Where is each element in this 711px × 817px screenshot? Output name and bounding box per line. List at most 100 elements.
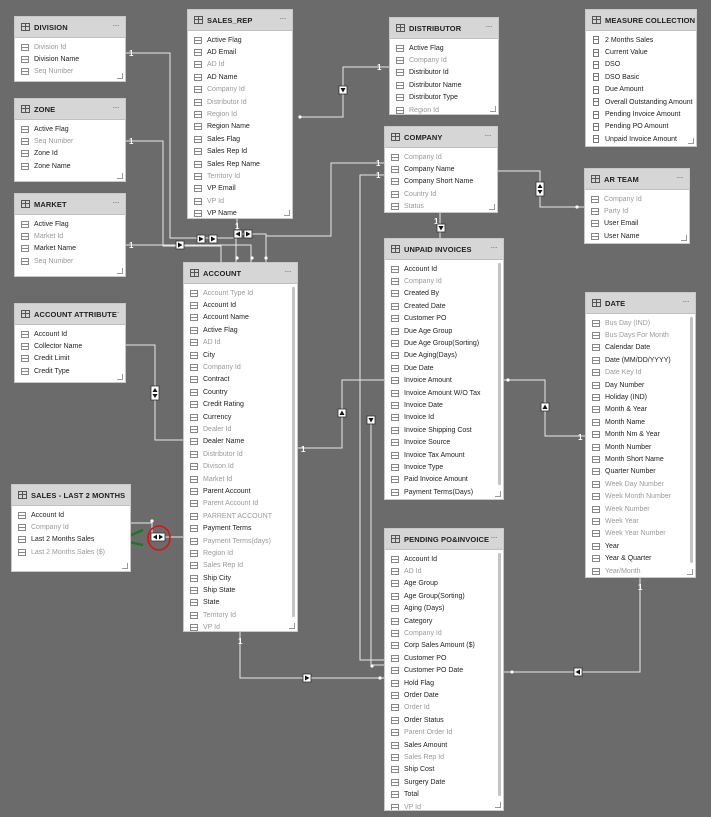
more-options-icon[interactable]: ···	[113, 308, 120, 317]
field-row[interactable]: Ship City	[184, 572, 297, 584]
filter-direction-icon[interactable]	[196, 234, 206, 244]
relationship-line[interactable]	[298, 379, 384, 449]
resize-handle[interactable]	[117, 173, 123, 179]
field-row[interactable]: Seq Number	[15, 135, 125, 147]
field-row[interactable]: Company Id	[390, 54, 498, 66]
field-row[interactable]: Unpaid Invoice Amount	[586, 133, 696, 145]
field-row[interactable]: Division Name	[15, 53, 125, 65]
field-row[interactable]: Order Status	[385, 714, 503, 726]
field-row[interactable]: Market Name	[15, 243, 125, 255]
field-row[interactable]: Invoice Amount W/O Tax	[385, 387, 503, 399]
more-options-icon[interactable]: ···	[677, 173, 684, 182]
filter-direction-icon[interactable]	[540, 402, 550, 412]
field-row[interactable]: Credit Type	[15, 365, 125, 377]
filter-direction-icon[interactable]	[338, 85, 348, 95]
field-row[interactable]: User Email	[585, 218, 689, 230]
field-row[interactable]: Distributor Type	[390, 92, 498, 104]
field-row[interactable]: Divison Id	[184, 460, 297, 472]
field-row[interactable]: Seq Number	[15, 255, 125, 267]
table-unpaid[interactable]: UNPAID INVOICES ··· Account Id Company Id Cr…	[384, 238, 504, 500]
field-row[interactable]: Age Group	[385, 578, 503, 590]
field-row[interactable]: Invoice Type	[385, 461, 503, 473]
field-row[interactable]: Company Id	[184, 361, 297, 373]
field-row[interactable]: Customer PO Date	[385, 665, 503, 677]
field-row[interactable]: Last 2 Months Sales	[12, 534, 130, 546]
field-row[interactable]: Invoice Id	[385, 412, 503, 424]
field-row[interactable]: Territory Id	[188, 170, 292, 182]
table-sales-rep[interactable]: SALES_REP ··· Active Flag AD Email AD Id AD N…	[187, 9, 293, 219]
field-row[interactable]: Company Name	[385, 163, 497, 175]
table-division[interactable]: DIVISION ··· Division Id Division Name Seq N…	[14, 16, 126, 82]
field-row[interactable]: Sales Flag	[188, 133, 292, 145]
table-pending[interactable]: PENDING PO&INVOICE ··· Account Id AD Id Age …	[384, 528, 504, 811]
field-row[interactable]: Account Id	[15, 328, 125, 340]
table-header[interactable]: UNPAID INVOICES ···	[385, 239, 503, 260]
field-row[interactable]: Sales Rep Name	[188, 158, 292, 170]
field-row[interactable]: Payment Terms	[184, 522, 297, 534]
bidirectional-filter-icon[interactable]	[535, 181, 545, 197]
table-company[interactable]: COMPANY ··· Company Id Company Name Company …	[384, 126, 498, 213]
field-row[interactable]: Invoice Amount	[385, 375, 503, 387]
relationship-line[interactable]	[359, 174, 384, 661]
field-row[interactable]: Distributor Id	[184, 448, 297, 460]
field-row[interactable]: Status	[385, 201, 497, 212]
field-row[interactable]: Ship Cost	[385, 764, 503, 776]
field-row[interactable]: Surgery Date	[385, 776, 503, 788]
field-row[interactable]: Order Id	[385, 702, 503, 714]
table-zone[interactable]: ZONE ··· Active Flag Seq Number Zone Id Zone …	[14, 98, 126, 182]
field-row[interactable]: Due Age Group(Sorting)	[385, 337, 503, 349]
table-header[interactable]: PENDING PO&INVOICE ···	[385, 529, 503, 550]
filter-direction-icon[interactable]	[436, 223, 446, 233]
relationship-line[interactable]	[370, 420, 384, 666]
field-row[interactable]: Sales Rep Id	[188, 146, 292, 158]
field-row[interactable]: Dealer Name	[184, 436, 297, 448]
field-row[interactable]: Customer PO	[385, 652, 503, 664]
table-account[interactable]: ACCOUNT ··· Account Type Id Account Id Accou…	[183, 262, 298, 632]
scrollbar[interactable]	[498, 553, 501, 796]
field-row[interactable]: Overall Outstanding Amount	[586, 96, 696, 108]
filter-direction-icon[interactable]	[302, 673, 312, 683]
field-row[interactable]: Sales Rep Id	[184, 560, 297, 572]
field-row[interactable]: Company Id	[385, 151, 497, 163]
field-row[interactable]: Invoice Date	[385, 399, 503, 411]
field-row[interactable]: Last 2 Months Sales ($)	[12, 546, 130, 558]
field-row[interactable]: Currency	[184, 411, 297, 423]
field-row[interactable]: Aging (Days)	[385, 603, 503, 615]
table-header[interactable]: ACCOUNT ···	[184, 263, 297, 284]
field-row[interactable]: Customer PO	[385, 313, 503, 325]
field-row[interactable]: Order Date	[385, 689, 503, 701]
filter-direction-icon[interactable]	[243, 229, 253, 239]
field-row[interactable]: Account Id	[184, 299, 297, 311]
filter-direction-icon[interactable]	[366, 415, 376, 425]
relationship-line[interactable]	[504, 578, 641, 673]
resize-handle[interactable]	[681, 235, 687, 241]
field-row[interactable]: Bus Day (IND)	[586, 317, 695, 329]
relationship-line[interactable]	[239, 632, 384, 679]
relationship-line[interactable]	[126, 244, 252, 262]
field-row[interactable]: Parent Account Id	[184, 498, 297, 510]
table-date[interactable]: DATE ··· Bus Day (IND) Bus Days For Month Ca…	[585, 292, 696, 578]
field-row[interactable]: Territory Id	[184, 609, 297, 621]
field-row[interactable]: Week Year	[586, 515, 695, 527]
field-row[interactable]: Category	[385, 615, 503, 627]
field-row[interactable]: Active Flag	[188, 34, 292, 46]
field-row[interactable]: Payment Terms(Days)	[385, 486, 503, 498]
field-row[interactable]: State	[184, 597, 297, 609]
more-options-icon[interactable]: ···	[485, 131, 492, 140]
more-options-icon[interactable]: ···	[285, 267, 292, 276]
field-row[interactable]: Account Id	[385, 553, 503, 565]
field-row[interactable]: Zone Name	[15, 160, 125, 172]
field-row[interactable]: Region Name	[188, 121, 292, 133]
field-row[interactable]: Date (MM/DD/YYYY)	[586, 354, 695, 366]
field-row[interactable]: Contract	[184, 374, 297, 386]
field-row[interactable]: Parent Order Id	[385, 726, 503, 738]
field-row[interactable]: Credit Rating	[184, 399, 297, 411]
field-row[interactable]: Bus Days For Month	[586, 329, 695, 341]
bidirectional-filter-icon[interactable]	[150, 385, 160, 401]
table-account-attribute[interactable]: ACCOUNT ATTRIBUTE ··· Account Id Collector …	[14, 303, 126, 383]
field-row[interactable]: 2 Months Sales	[586, 34, 696, 46]
field-row[interactable]: Created By	[385, 288, 503, 300]
field-row[interactable]: Due Age Group	[385, 325, 503, 337]
field-row[interactable]: Created Date	[385, 300, 503, 312]
table-ar-team[interactable]: AR TEAM ··· Company Id Party Id User Email Us…	[584, 168, 690, 244]
